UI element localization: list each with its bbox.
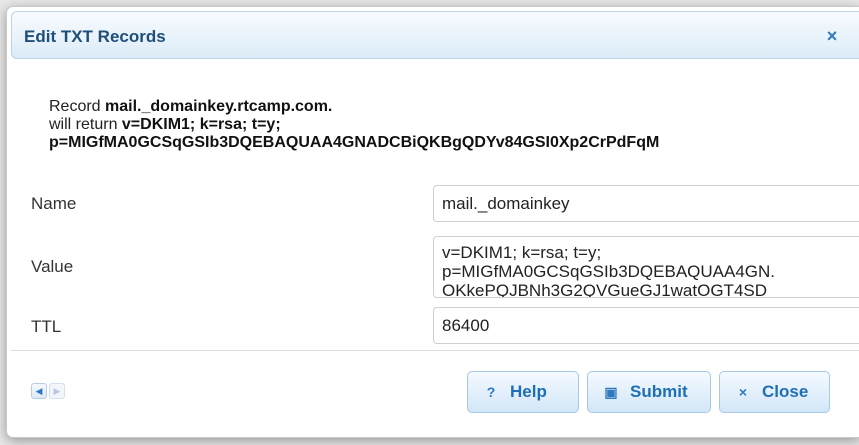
submit-button-label: Submit [630,382,688,401]
record-line-2: will return v=DKIM1; k=rsa; t=y; [49,116,659,134]
value-line: OKkePQJBNh3G2QVGueGJ1watOGT4SD [442,281,768,298]
help-button-label: Help [510,382,547,401]
dialog-titlebar[interactable]: Edit TXT Records × [11,11,859,59]
record-line-3: p=MIGfMA0GCSqGSIb3DQEBAQUAA4GNADCBiQKBgQ… [49,134,659,152]
record-line-1: Record mail._domainkey.rtcamp.com. [49,98,659,116]
name-field[interactable]: mail._domainkey [433,185,859,222]
help-button[interactable]: ? Help [467,371,579,413]
footer-divider [11,350,859,351]
ttl-field[interactable]: 86400 [433,307,859,344]
close-icon[interactable]: × [823,27,841,45]
pager: ◀ ▶ [31,383,65,399]
record-public-key: p=MIGfMA0GCSqGSIb3DQEBAQUAA4GNADCBiQKBgQ… [49,134,660,151]
value-label: Value [31,257,74,276]
value-line: p=MIGfMA0GCSqGSIb3DQEBAQUAA4GN. [442,262,776,281]
record-prefix: Record [49,98,106,115]
close-icon: × [738,384,748,400]
name-label: Name [31,194,77,213]
triangle-left-icon[interactable]: ◀ [31,383,47,399]
ttl-label: TTL [31,317,62,336]
returns-prefix: will return [49,116,122,133]
record-description: Record mail._domainkey.rtcamp.com. will … [49,98,659,152]
triangle-right-icon[interactable]: ▶ [49,383,65,399]
close-button-label: Close [762,382,809,401]
close-button[interactable]: × Close [719,371,830,413]
submit-button[interactable]: ▣ Submit [587,371,711,413]
dialog-title: Edit TXT Records [24,27,166,46]
question-icon: ? [486,384,496,400]
save-icon: ▣ [604,383,618,400]
record-returns: v=DKIM1; k=rsa; t=y; [121,116,281,133]
value-textarea[interactable]: v=DKIM1; k=rsa; t=y; p=MIGfMA0GCSqGSIb3D… [433,236,859,298]
record-name: mail._domainkey.rtcamp.com. [105,98,333,115]
value-line: v=DKIM1; k=rsa; t=y; [442,243,602,262]
edit-txt-records-dialog: Edit TXT Records × Record mail._domainke… [6,6,859,438]
